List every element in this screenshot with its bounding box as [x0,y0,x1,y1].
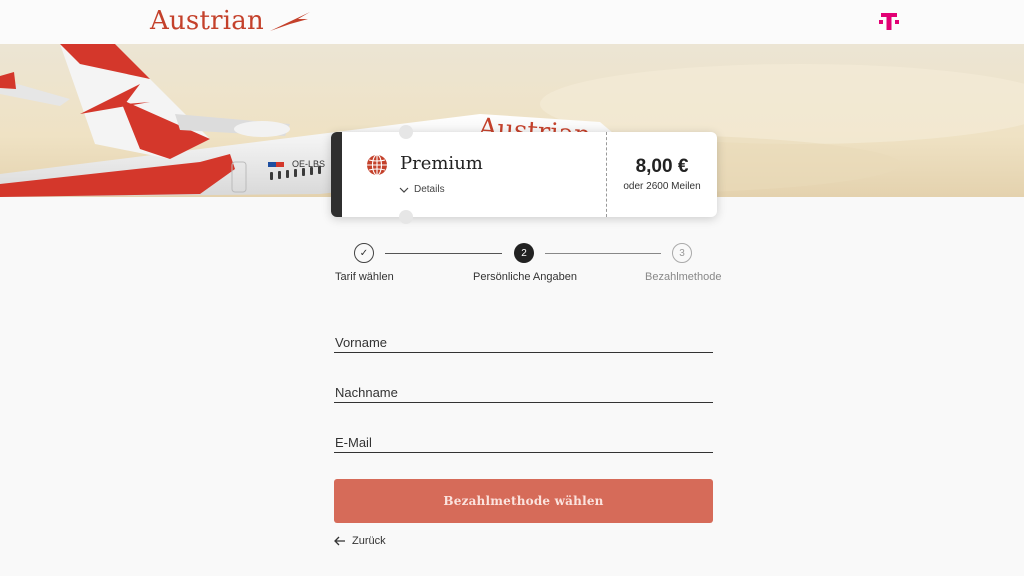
ticket-accent-bar [331,132,342,217]
email-field [334,431,713,453]
step-3-label: Bezahlmethode [645,271,722,283]
details-label: Details [414,184,445,195]
back-link[interactable]: Zurück [334,535,386,547]
tariff-name: Premium [400,153,483,174]
tariff-miles: oder 2600 Meilen [623,181,701,192]
arrow-left-icon [334,536,345,546]
last-name-input[interactable] [334,381,713,403]
chevron-down-icon [399,187,409,193]
step-1-marker[interactable]: ✓ [354,243,374,263]
step-3-marker: 3 [672,243,692,263]
details-toggle[interactable]: Details [399,184,445,195]
back-label: Zurück [352,535,386,547]
aircraft-registration: OE-LBS [292,159,325,169]
tariff-price: 8,00 € [635,156,689,177]
step-connector-1 [385,253,502,254]
top-bar: Austrian [0,0,1024,44]
logo-text: Austrian [150,6,264,36]
telekom-logo [879,10,899,37]
step-connector-2 [545,253,661,254]
last-name-field [334,381,713,403]
email-input[interactable] [334,431,713,453]
tariff-ticket-card: Premium Details 8,00 € oder 2600 Meilen [331,125,717,224]
austrian-logo[interactable]: Austrian [150,6,312,36]
choose-payment-button[interactable]: Bezahlmethode wählen [334,479,713,523]
ticket-notch-top [399,125,413,139]
first-name-input[interactable] [334,331,713,353]
progress-stepper: ✓ 2 3 Tarif wählen Persönliche Angaben B… [334,243,722,293]
telekom-icon [879,13,899,30]
step-1-label[interactable]: Tarif wählen [335,271,394,283]
globe-icon [367,154,387,176]
step-2-label: Persönliche Angaben [473,271,577,283]
first-name-field [334,331,713,353]
step-2-marker: 2 [514,243,534,263]
arrow-logo-icon [269,12,310,31]
ticket-notch-bottom [399,210,413,224]
